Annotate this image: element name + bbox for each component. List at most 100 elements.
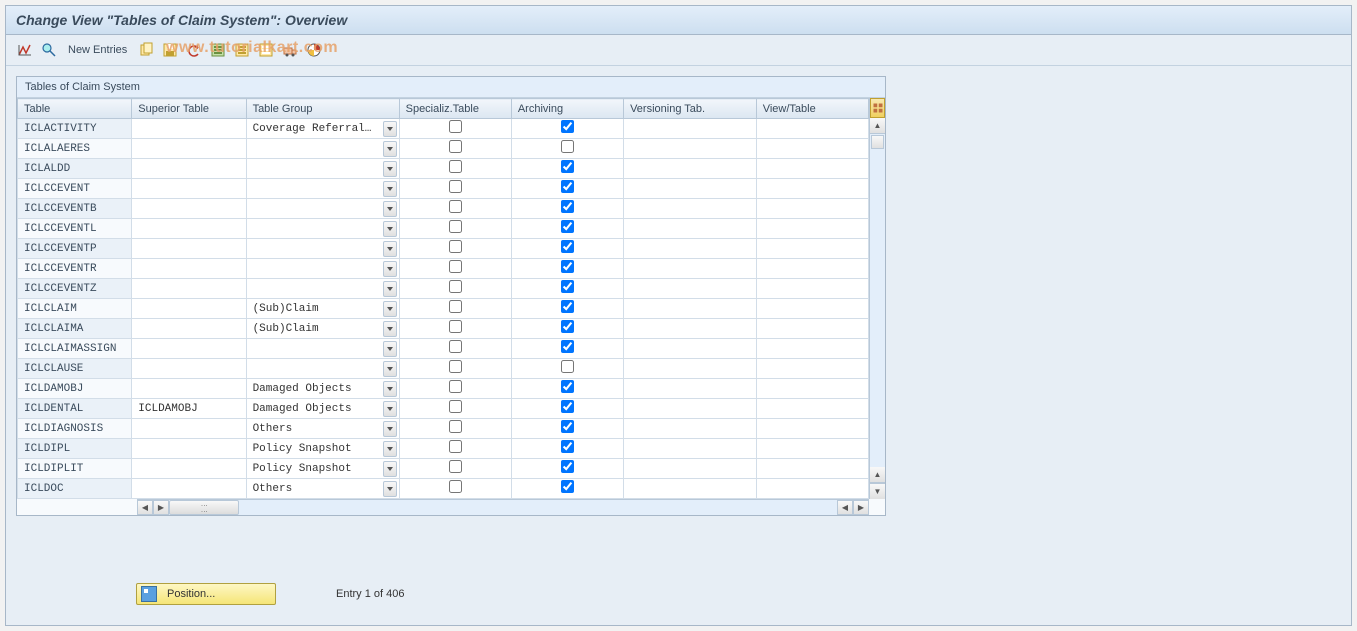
cell-view[interactable] <box>756 439 868 459</box>
cell-view[interactable] <box>756 379 868 399</box>
cell-table[interactable]: ICLCCEVENTL <box>18 219 132 239</box>
scroll-track[interactable] <box>870 150 885 467</box>
cell-archiving[interactable] <box>511 119 623 139</box>
find-icon[interactable] <box>40 41 58 59</box>
chevron-down-icon[interactable] <box>383 301 397 317</box>
chevron-down-icon[interactable] <box>383 481 397 497</box>
table-row[interactable]: ICLCLAUSE <box>18 359 869 379</box>
cell-archiving[interactable] <box>511 479 623 499</box>
table-settings-icon[interactable] <box>870 98 885 118</box>
cell-group[interactable]: Damaged Objects <box>246 399 399 419</box>
table-row[interactable]: ICLDAMOBJ Damaged Objects <box>18 379 869 399</box>
cell-versioning[interactable] <box>624 379 757 399</box>
cell-group[interactable]: Damaged Objects <box>246 379 399 399</box>
specializ-checkbox[interactable] <box>449 240 462 253</box>
cell-superior[interactable] <box>132 239 246 259</box>
table-row[interactable]: ICLDOC Others <box>18 479 869 499</box>
cell-specializ[interactable] <box>399 239 511 259</box>
cell-table[interactable]: ICLDAMOBJ <box>18 379 132 399</box>
cell-view[interactable] <box>756 239 868 259</box>
archiving-checkbox[interactable] <box>561 340 574 353</box>
cell-view[interactable] <box>756 119 868 139</box>
cell-table[interactable]: ICLCCEVENTB <box>18 199 132 219</box>
specializ-checkbox[interactable] <box>449 160 462 173</box>
scroll-up-icon[interactable]: ▲ <box>870 118 885 134</box>
specializ-checkbox[interactable] <box>449 220 462 233</box>
cell-archiving[interactable] <box>511 239 623 259</box>
cell-archiving[interactable] <box>511 399 623 419</box>
cell-view[interactable] <box>756 159 868 179</box>
cell-specializ[interactable] <box>399 159 511 179</box>
chevron-down-icon[interactable] <box>383 121 397 137</box>
archiving-checkbox[interactable] <box>561 320 574 333</box>
chevron-down-icon[interactable] <box>383 221 397 237</box>
cell-view[interactable] <box>756 339 868 359</box>
cell-versioning[interactable] <box>624 219 757 239</box>
specializ-checkbox[interactable] <box>449 140 462 153</box>
cell-group[interactable]: (Sub)Claim <box>246 319 399 339</box>
cell-view[interactable] <box>756 179 868 199</box>
cell-specializ[interactable] <box>399 399 511 419</box>
chevron-down-icon[interactable] <box>383 141 397 157</box>
chevron-down-icon[interactable] <box>383 401 397 417</box>
new-entries-button[interactable]: New Entries <box>68 44 127 56</box>
transport-icon[interactable] <box>281 41 299 59</box>
cell-group[interactable] <box>246 139 399 159</box>
chevron-down-icon[interactable] <box>383 441 397 457</box>
cell-group[interactable] <box>246 199 399 219</box>
cell-view[interactable] <box>756 399 868 419</box>
specializ-checkbox[interactable] <box>449 400 462 413</box>
cell-superior[interactable] <box>132 419 246 439</box>
cell-specializ[interactable] <box>399 319 511 339</box>
cell-versioning[interactable] <box>624 399 757 419</box>
cell-superior[interactable] <box>132 439 246 459</box>
cell-superior[interactable] <box>132 339 246 359</box>
cell-archiving[interactable] <box>511 159 623 179</box>
cell-superior[interactable] <box>132 179 246 199</box>
table-row[interactable]: ICLCCEVENTZ <box>18 279 869 299</box>
specializ-checkbox[interactable] <box>449 460 462 473</box>
chevron-down-icon[interactable] <box>383 161 397 177</box>
cell-specializ[interactable] <box>399 379 511 399</box>
cell-specializ[interactable] <box>399 479 511 499</box>
cell-group[interactable] <box>246 179 399 199</box>
specializ-checkbox[interactable] <box>449 360 462 373</box>
specializ-checkbox[interactable] <box>449 200 462 213</box>
cell-versioning[interactable] <box>624 299 757 319</box>
cell-group[interactable]: (Sub)Claim <box>246 299 399 319</box>
cell-versioning[interactable] <box>624 419 757 439</box>
scroll-right2-icon[interactable]: ▶ <box>853 500 869 515</box>
chevron-down-icon[interactable] <box>383 341 397 357</box>
cell-versioning[interactable] <box>624 439 757 459</box>
cell-group[interactable]: Others <box>246 419 399 439</box>
cell-superior[interactable]: ICLDAMOBJ <box>132 399 246 419</box>
cell-table[interactable]: ICLCLAIMA <box>18 319 132 339</box>
col-header-view[interactable]: View/Table <box>756 99 868 119</box>
specializ-checkbox[interactable] <box>449 300 462 313</box>
cell-archiving[interactable] <box>511 319 623 339</box>
cell-versioning[interactable] <box>624 319 757 339</box>
cell-specializ[interactable] <box>399 299 511 319</box>
cell-archiving[interactable] <box>511 359 623 379</box>
chevron-down-icon[interactable] <box>383 361 397 377</box>
cell-group[interactable]: Coverage Referral… <box>246 119 399 139</box>
save-icon[interactable] <box>161 41 179 59</box>
cell-view[interactable] <box>756 259 868 279</box>
cell-table[interactable]: ICLDOC <box>18 479 132 499</box>
cell-superior[interactable] <box>132 359 246 379</box>
table-row[interactable]: ICLCCEVENT <box>18 179 869 199</box>
cell-view[interactable] <box>756 359 868 379</box>
cell-group[interactable] <box>246 219 399 239</box>
cell-versioning[interactable] <box>624 459 757 479</box>
scroll-right-icon[interactable]: ◀ <box>837 500 853 515</box>
archiving-checkbox[interactable] <box>561 420 574 433</box>
archiving-checkbox[interactable] <box>561 220 574 233</box>
archiving-checkbox[interactable] <box>561 480 574 493</box>
cell-view[interactable] <box>756 459 868 479</box>
cell-versioning[interactable] <box>624 259 757 279</box>
cell-group[interactable] <box>246 359 399 379</box>
cell-specializ[interactable] <box>399 279 511 299</box>
cell-group[interactable]: Others <box>246 479 399 499</box>
cell-group[interactable]: Policy Snapshot <box>246 459 399 479</box>
cell-archiving[interactable] <box>511 219 623 239</box>
